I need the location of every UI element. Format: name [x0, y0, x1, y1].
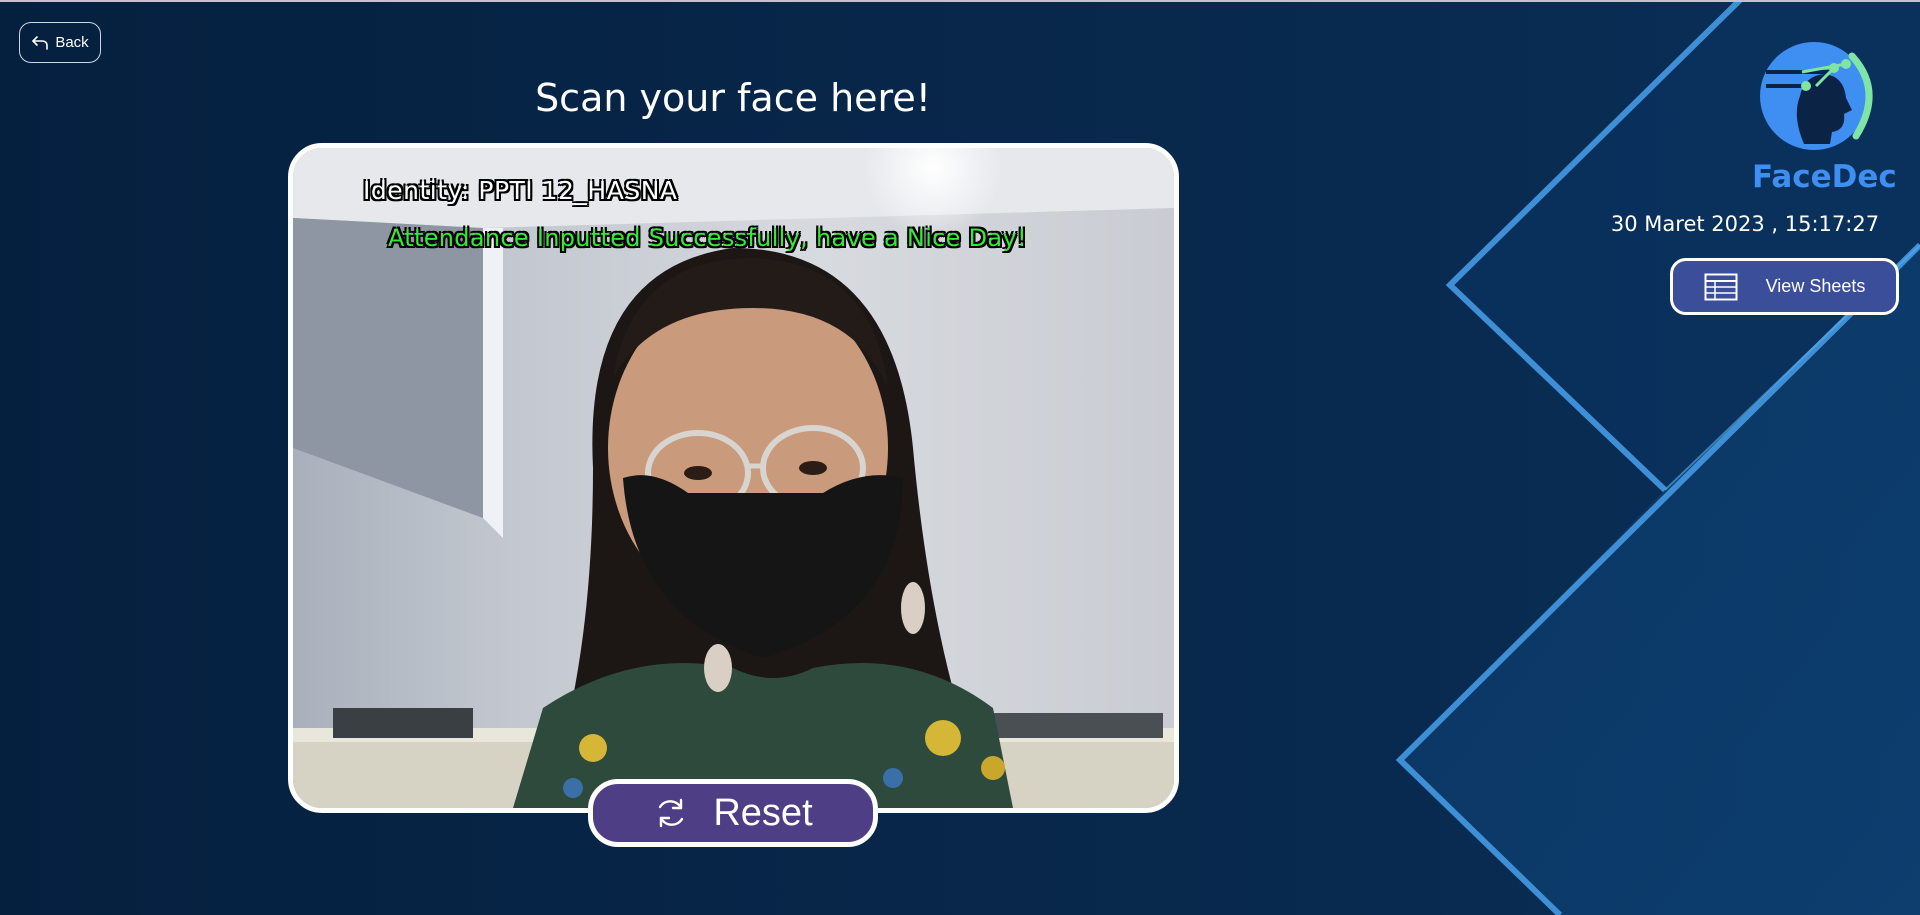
- back-arrow-icon: [32, 35, 49, 50]
- camera-feed: Identity: PPTI 12_HASNA Attendance Input…: [288, 143, 1179, 813]
- back-label: Back: [55, 34, 89, 51]
- reset-button[interactable]: Reset: [588, 779, 878, 847]
- brand-name: FaceDec: [1752, 159, 1897, 195]
- identity-overlay-text: Identity: PPTI 12_HASNA: [363, 176, 678, 205]
- current-datetime: 30 Maret 2023 , 15:17:27: [1610, 212, 1880, 236]
- top-border: [0, 0, 1920, 2]
- back-button[interactable]: Back: [19, 22, 101, 63]
- view-sheets-label: View Sheets: [1765, 276, 1866, 296]
- view-sheets-button[interactable]: View Sheets: [1670, 258, 1899, 315]
- attendance-status-text: Attendance Inputted Successfully, have a…: [388, 224, 1027, 252]
- reset-label: Reset: [713, 791, 813, 834]
- face-circuit-logo-icon: [1760, 42, 1873, 150]
- page-title: Scan your face here!: [535, 76, 931, 120]
- table-icon: [1704, 273, 1738, 300]
- refresh-icon: [659, 798, 684, 828]
